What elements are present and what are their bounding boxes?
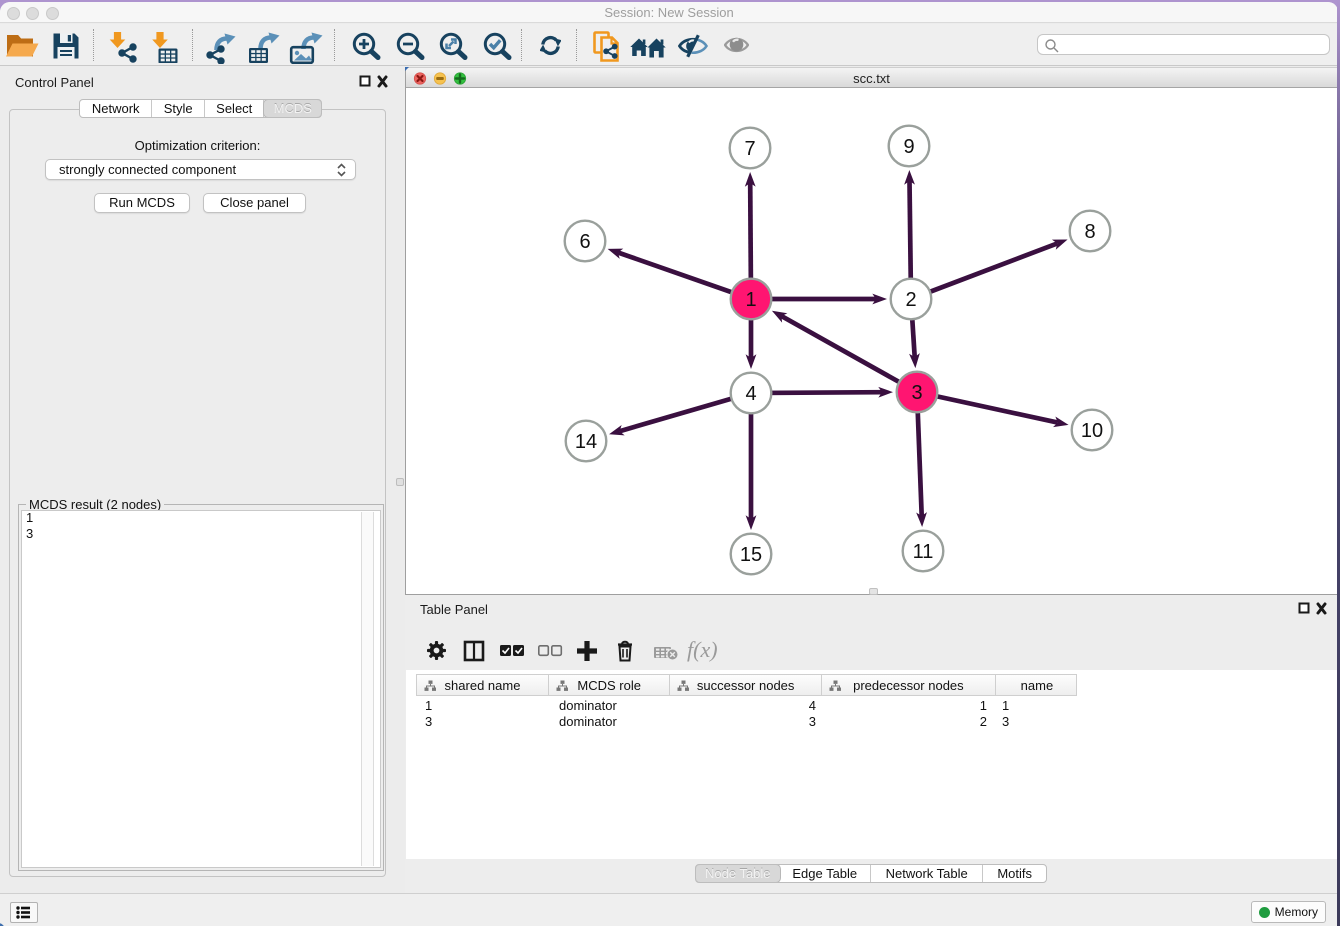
svg-text:4: 4	[745, 383, 756, 405]
svg-text:6: 6	[579, 231, 590, 253]
svg-text:2: 2	[905, 289, 916, 311]
svg-text:11: 11	[913, 541, 934, 563]
svg-text:7: 7	[744, 138, 755, 160]
svg-text:15: 15	[740, 544, 762, 566]
svg-text:3: 3	[911, 382, 922, 404]
svg-text:14: 14	[575, 431, 597, 453]
svg-text:9: 9	[903, 136, 914, 158]
svg-text:1: 1	[745, 289, 756, 311]
svg-text:8: 8	[1084, 221, 1095, 243]
svg-text:10: 10	[1081, 420, 1103, 442]
